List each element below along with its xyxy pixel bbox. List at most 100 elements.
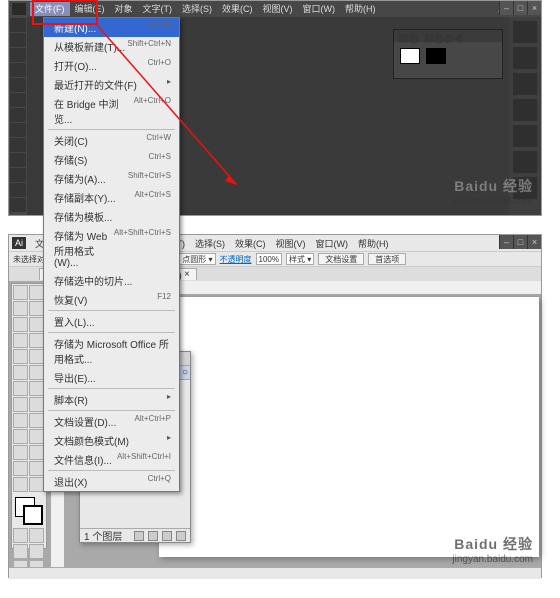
locate-icon[interactable] xyxy=(134,531,144,541)
tool[interactable] xyxy=(29,397,44,412)
menu-item[interactable]: 在 Bridge 中浏览...Alt+Ctrl+O xyxy=(44,94,179,128)
tool[interactable] xyxy=(13,528,28,543)
tool[interactable] xyxy=(29,381,44,396)
tool[interactable] xyxy=(13,477,28,492)
menu-item[interactable]: 文档颜色模式(M) xyxy=(44,431,179,450)
menu-item[interactable]: 存储副本(Y)...Alt+Ctrl+S xyxy=(44,188,179,207)
stroke-swatch[interactable] xyxy=(426,48,446,64)
menu-item[interactable]: 存储为(A)...Shift+Ctrl+S xyxy=(44,169,179,188)
menu-2[interactable]: 对象 xyxy=(110,2,138,16)
style-dropdown[interactable]: 样式 ▾ xyxy=(286,253,314,265)
tool[interactable] xyxy=(10,63,26,77)
menu-item[interactable]: 置入(L)... xyxy=(44,312,179,331)
menu-item[interactable]: 退出(X)Ctrl+Q xyxy=(44,472,179,491)
tool[interactable] xyxy=(29,349,44,364)
menu-6[interactable]: 视图(V) xyxy=(271,237,311,250)
tool-palette[interactable] xyxy=(11,283,47,549)
menu-item[interactable]: 恢复(V)F12 xyxy=(44,290,179,309)
menu-item[interactable]: 存储为 Web 所用格式(W)...Alt+Shift+Ctrl+S xyxy=(44,226,179,271)
tool[interactable] xyxy=(10,78,26,92)
menu-7[interactable]: 窗口(W) xyxy=(298,2,341,16)
tool[interactable] xyxy=(29,528,44,543)
tool[interactable] xyxy=(13,285,28,300)
panel-icon[interactable] xyxy=(513,21,537,43)
tool[interactable] xyxy=(10,153,26,167)
tool[interactable] xyxy=(10,198,26,212)
panel-icon[interactable] xyxy=(513,47,537,69)
opacity-value[interactable]: 100% xyxy=(256,253,282,265)
tool[interactable] xyxy=(10,138,26,152)
fill-swatch[interactable] xyxy=(400,48,420,64)
tool[interactable] xyxy=(13,429,28,444)
menu-4[interactable]: 选择(S) xyxy=(177,2,217,16)
tab-color[interactable]: 颜色 xyxy=(398,30,418,42)
menu-8[interactable]: 帮助(H) xyxy=(353,237,394,250)
menu-5[interactable]: 效果(C) xyxy=(230,237,271,250)
panel-icon[interactable] xyxy=(513,73,537,95)
menu-item[interactable]: 文档设置(D)...Alt+Ctrl+P xyxy=(44,412,179,431)
tool[interactable] xyxy=(13,301,28,316)
panel-icon[interactable] xyxy=(513,125,537,147)
menu-item[interactable]: 存储选中的切片... xyxy=(44,271,179,290)
menu-8[interactable]: 帮助(H) xyxy=(340,2,381,16)
tool[interactable] xyxy=(13,365,28,380)
tool[interactable] xyxy=(10,123,26,137)
color-panel[interactable]: 颜色颜色参考 xyxy=(393,29,503,79)
tool[interactable] xyxy=(29,413,44,428)
menu-item[interactable]: 脚本(R) xyxy=(44,390,179,409)
tool[interactable] xyxy=(13,333,28,348)
tool[interactable] xyxy=(10,48,26,62)
tool[interactable] xyxy=(13,349,28,364)
tool[interactable] xyxy=(29,333,44,348)
tool[interactable] xyxy=(29,285,44,300)
tool-palette[interactable] xyxy=(9,17,27,215)
tool[interactable] xyxy=(29,317,44,332)
minimize-button[interactable]: – xyxy=(499,1,513,15)
tool[interactable] xyxy=(13,397,28,412)
new-layer-icon[interactable] xyxy=(162,531,172,541)
tool[interactable] xyxy=(29,477,44,492)
tool[interactable] xyxy=(10,183,26,197)
target-icon[interactable]: ○ xyxy=(182,367,188,378)
menu-item[interactable]: 存储为 Microsoft Office 所用格式... xyxy=(44,334,179,368)
tool[interactable] xyxy=(29,429,44,444)
tool[interactable] xyxy=(29,544,44,559)
menu-3[interactable]: 文字(T) xyxy=(138,2,178,16)
new-sublayer-icon[interactable] xyxy=(148,531,158,541)
maximize-button[interactable]: □ xyxy=(513,235,527,249)
menu-item[interactable]: 从模板新建(T)...Shift+Ctrl+N xyxy=(44,37,179,56)
panel-icon[interactable] xyxy=(513,151,537,173)
tab-color-guide[interactable]: 颜色参考 xyxy=(424,30,464,42)
tool[interactable] xyxy=(29,301,44,316)
menu-item[interactable]: 打开(O)...Ctrl+O xyxy=(44,56,179,75)
tool[interactable] xyxy=(10,33,26,47)
close-button[interactable]: × xyxy=(527,235,541,249)
tool[interactable] xyxy=(13,413,28,428)
menu-item[interactable]: 关闭(C)Ctrl+W xyxy=(44,131,179,150)
close-icon[interactable]: × xyxy=(184,269,190,280)
menu-item[interactable]: 导出(E)... xyxy=(44,368,179,387)
menu-7[interactable]: 窗口(W) xyxy=(311,237,354,250)
minimize-button[interactable]: – xyxy=(499,235,513,249)
close-button[interactable]: × xyxy=(527,1,541,15)
menu-4[interactable]: 选择(S) xyxy=(190,237,230,250)
maximize-button[interactable]: □ xyxy=(513,1,527,15)
document-setup-button[interactable]: 文档设置 xyxy=(318,253,364,265)
menu-item[interactable]: 存储为模板... xyxy=(44,207,179,226)
menu-6[interactable]: 视图(V) xyxy=(258,2,298,16)
tool[interactable] xyxy=(29,461,44,476)
preferences-button[interactable]: 首选项 xyxy=(368,253,406,265)
tool[interactable] xyxy=(13,461,28,476)
tool[interactable] xyxy=(13,317,28,332)
tool[interactable] xyxy=(10,93,26,107)
opacity-link[interactable]: 不透明度 xyxy=(220,254,252,265)
menu-5[interactable]: 效果(C) xyxy=(217,2,258,16)
tool[interactable] xyxy=(13,445,28,460)
panel-icon[interactable] xyxy=(513,99,537,121)
trash-icon[interactable] xyxy=(176,531,186,541)
menu-item[interactable]: 最近打开的文件(F) xyxy=(44,75,179,94)
artboard[interactable] xyxy=(159,297,539,557)
menu-item[interactable]: 文件信息(I)...Alt+Shift+Ctrl+I xyxy=(44,450,179,469)
tool[interactable] xyxy=(13,381,28,396)
tool[interactable] xyxy=(10,108,26,122)
